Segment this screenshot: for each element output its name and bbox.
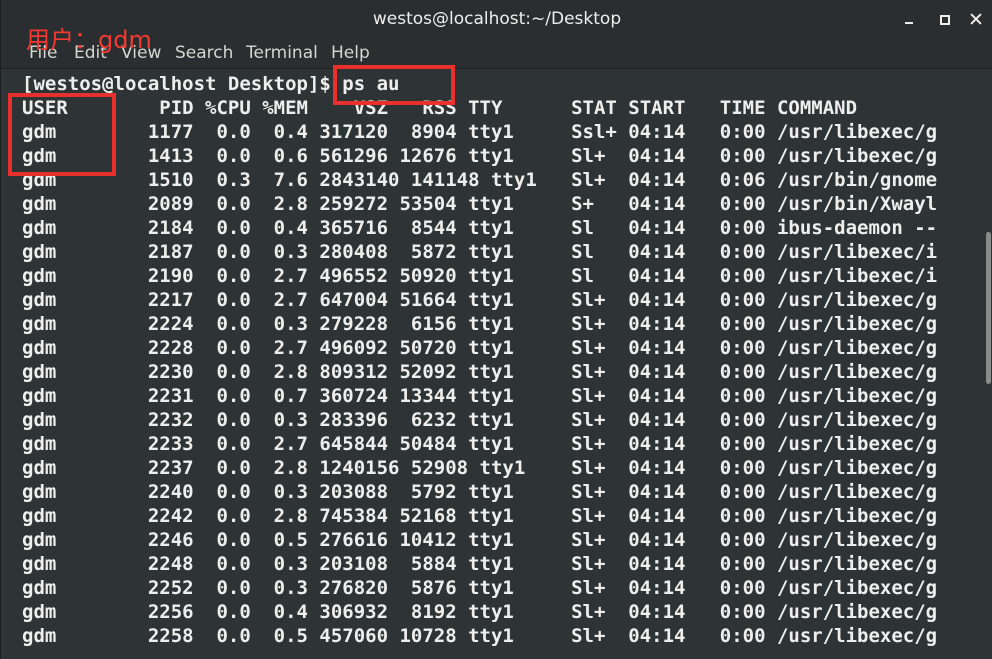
- process-row: gdm 2233 0.0 2.7 645844 50484 tty1 Sl+ 0…: [22, 433, 938, 455]
- menu-terminal[interactable]: Terminal: [246, 43, 318, 63]
- process-row: gdm 2232 0.0 0.3 283396 6232 tty1 Sl+ 04…: [22, 409, 938, 431]
- process-row: gdm 2252 0.0 0.3 276820 5876 tty1 Sl+ 04…: [22, 577, 938, 599]
- process-row: gdm 2246 0.0 0.5 276616 10412 tty1 Sl+ 0…: [22, 529, 938, 551]
- process-row: gdm 2242 0.0 2.8 745384 52168 tty1 Sl+ 0…: [22, 505, 938, 527]
- process-row: gdm 2248 0.0 0.3 203108 5884 tty1 Sl+ 04…: [22, 553, 938, 575]
- process-row: gdm 2089 0.0 2.8 259272 53504 tty1 S+ 04…: [22, 193, 938, 215]
- process-row: gdm 1413 0.0 0.6 561296 12676 tty1 Sl+ 0…: [22, 145, 938, 167]
- terminal-scrollbar[interactable]: [986, 232, 991, 384]
- process-row: gdm 2230 0.0 2.8 809312 52092 tty1 Sl+ 0…: [22, 361, 938, 383]
- annotation-box-command: [333, 65, 455, 105]
- process-row: gdm 2256 0.0 0.4 306932 8192 tty1 Sl+ 04…: [22, 601, 938, 623]
- process-row: gdm 2190 0.0 2.7 496552 50920 tty1 Sl 04…: [22, 265, 938, 287]
- annotation-label: 用户：gdm: [26, 26, 152, 54]
- minimize-icon[interactable]: [897, 8, 921, 30]
- annotation-box-user: [8, 93, 116, 176]
- process-row: gdm 2258 0.0 0.5 457060 10728 tty1 Sl+ 0…: [22, 625, 938, 647]
- process-row: gdm 2228 0.0 2.7 496092 50720 tty1 Sl+ 0…: [22, 337, 938, 359]
- process-row: gdm 2184 0.0 0.4 365716 8544 tty1 Sl 04:…: [22, 217, 938, 239]
- terminal-window: westos@localhost:~/Desktop File Edit Vie…: [0, 0, 992, 659]
- process-row: gdm 2237 0.0 2.8 1240156 52908 tty1 Sl+ …: [22, 457, 938, 479]
- terminal-output[interactable]: [westos@localhost Desktop]$ ps au USER P…: [15, 70, 985, 659]
- close-icon[interactable]: [965, 8, 989, 30]
- menu-search[interactable]: Search: [175, 43, 233, 63]
- process-row: gdm 1177 0.0 0.4 317120 8904 tty1 Ssl+ 0…: [22, 121, 938, 143]
- process-row: gdm 2231 0.0 0.7 360724 13344 tty1 Sl+ 0…: [22, 385, 938, 407]
- process-row: gdm 2224 0.0 0.3 279228 6156 tty1 Sl+ 04…: [22, 313, 938, 335]
- process-row: gdm 2217 0.0 2.7 647004 51664 tty1 Sl+ 0…: [22, 289, 938, 311]
- process-row: gdm 2240 0.0 0.3 203088 5792 tty1 Sl+ 04…: [22, 481, 938, 503]
- process-row: gdm 1510 0.3 7.6 2843140 141148 tty1 Sl+…: [22, 169, 938, 191]
- menu-help[interactable]: Help: [331, 43, 370, 63]
- process-row: gdm 2187 0.0 0.3 280408 5872 tty1 Sl 04:…: [22, 241, 938, 263]
- maximize-icon[interactable]: [933, 8, 957, 30]
